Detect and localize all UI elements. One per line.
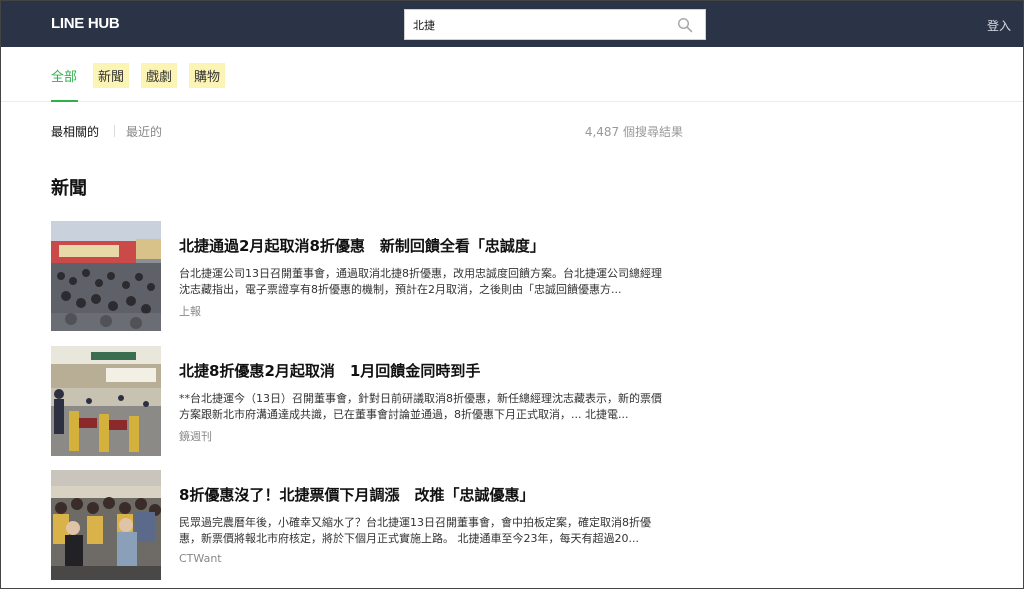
search-icon[interactable] <box>677 17 693 33</box>
login-link[interactable]: 登入 <box>987 17 1011 34</box>
news-thumbnail[interactable] <box>51 470 161 580</box>
search-box[interactable] <box>404 9 706 40</box>
news-headline[interactable]: 8折優惠沒了！北捷票價下月調漲 改推「忠誠優惠」 <box>179 484 699 505</box>
news-source: 上報 <box>179 305 201 318</box>
tab-shopping[interactable]: 購物 <box>189 63 226 88</box>
news-item[interactable]: 北捷通過2月起取消8折優惠 新制回饋全看「忠誠度」 台北捷運公司13日召開董事會… <box>51 221 691 333</box>
category-tabs: 全部 新聞 戲劇 購物 <box>1 47 1023 102</box>
section-title: 新聞 <box>51 178 87 199</box>
news-headline[interactable]: 北捷8折優惠2月起取消 1月回饋金同時到手 <box>179 360 699 381</box>
news-source: 鏡週刊 <box>179 430 212 443</box>
news-snippet: 台北捷運公司13日召開董事會，通過取消北捷8折優惠，改用忠誠度回饋方案。台北捷運… <box>179 267 662 296</box>
news-thumbnail[interactable] <box>51 221 161 331</box>
sort-divider <box>114 125 115 137</box>
news-item[interactable]: 8折優惠沒了！北捷票價下月調漲 改推「忠誠優惠」 民眾過完農曆年後，小確幸又縮水… <box>51 470 691 582</box>
tab-drama[interactable]: 戲劇 <box>141 63 178 88</box>
news-thumbnail[interactable] <box>51 346 161 456</box>
news-source: CTWant <box>179 552 222 565</box>
top-bar: LINE HUB 登入 <box>1 1 1023 47</box>
search-input[interactable] <box>413 16 663 34</box>
result-count: 4,487 個搜尋結果 <box>584 125 683 139</box>
news-snippet: 民眾過完農曆年後，小確幸又縮水了？台北捷運13日召開董事會，會中拍板定案，確定取… <box>179 516 651 545</box>
news-snippet: **台北捷運今（13日）召開董事會，針對日前研議取消8折優惠，新任總經理沈志藏表… <box>179 392 662 421</box>
news-item[interactable]: 北捷8折優惠2月起取消 1月回饋金同時到手 **台北捷運今（13日）召開董事會，… <box>51 346 691 458</box>
logo[interactable]: LINE HUB <box>51 15 120 32</box>
tab-all[interactable]: 全部 <box>46 63 82 88</box>
news-headline[interactable]: 北捷通過2月起取消8折優惠 新制回饋全看「忠誠度」 <box>179 235 699 256</box>
active-tab-indicator <box>51 100 78 102</box>
sort-relevant[interactable]: 最相關的 <box>51 123 99 140</box>
tab-news[interactable]: 新聞 <box>93 63 130 88</box>
sort-recent[interactable]: 最近的 <box>126 123 162 140</box>
